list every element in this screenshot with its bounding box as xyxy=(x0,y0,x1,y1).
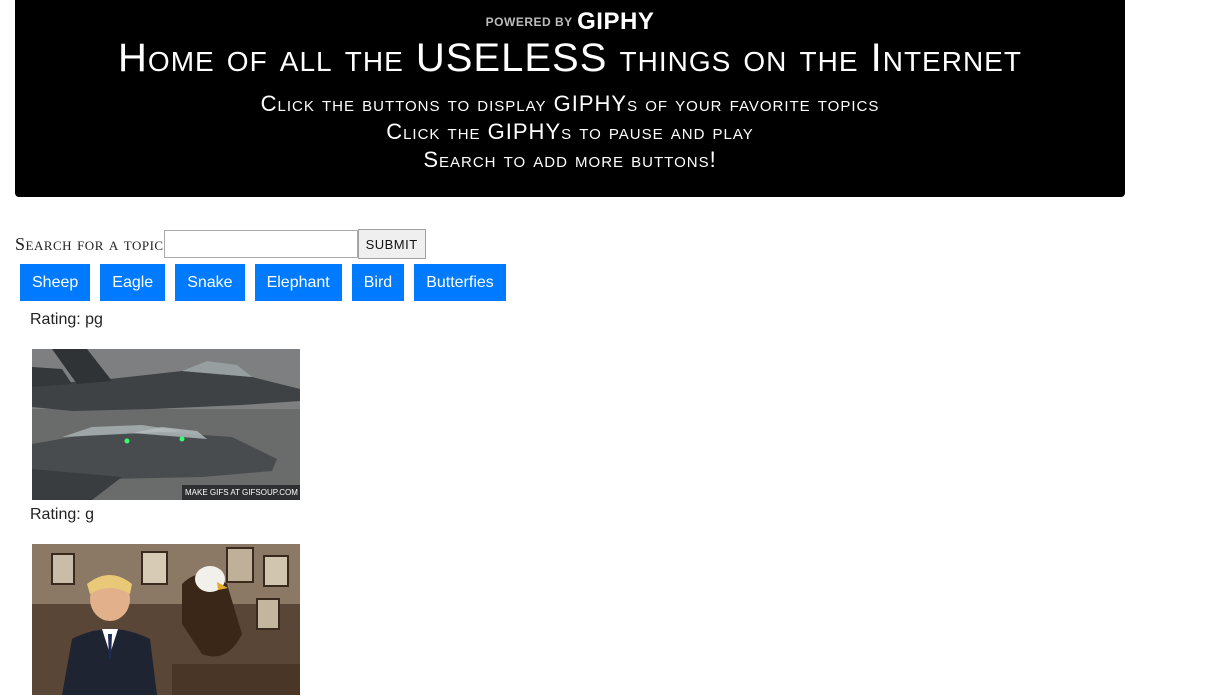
header-banner: POWERED BY GIPHY Home of all the USELESS… xyxy=(15,0,1125,197)
powered-by-giphy: POWERED BY GIPHY xyxy=(15,8,1125,36)
instruction-line: Click the buttons to display GIPHYs of y… xyxy=(260,91,880,116)
topic-button-elephant[interactable]: Elephant xyxy=(254,264,342,301)
topic-button-bird[interactable]: Bird xyxy=(351,264,405,301)
giphy-logo: GIPHY xyxy=(577,8,655,35)
search-label: Search for a topic xyxy=(15,233,164,254)
instruction-line: Search to add more buttons! xyxy=(423,147,717,172)
search-form: Search for a topic SUBMIT xyxy=(15,229,426,259)
instructions: Click the buttons to display GIPHYs of y… xyxy=(15,90,1125,174)
topic-button-eagle[interactable]: Eagle xyxy=(100,264,166,301)
gif-item: Rating: g xyxy=(30,504,430,695)
page-title: Home of all the USELESS things on the In… xyxy=(118,36,1022,80)
gif-rating: Rating: pg xyxy=(30,311,103,328)
gif-image-fighter-jets[interactable]: MAKE GIFS AT GIFSOUP.COM xyxy=(32,349,300,500)
powered-by-text: POWERED BY xyxy=(485,15,573,29)
submit-button[interactable]: SUBMIT xyxy=(357,229,426,259)
gif-image-eagle-office[interactable] xyxy=(32,544,300,695)
topic-button-butterfies[interactable]: Butterfies xyxy=(414,264,506,301)
gif-watermark: MAKE GIFS AT GIFSOUP.COM xyxy=(185,488,298,497)
topic-button-snake[interactable]: Snake xyxy=(175,264,245,301)
topic-button-sheep[interactable]: Sheep xyxy=(20,264,91,301)
topic-buttons: Sheep Eagle Snake Elephant Bird Butterfi… xyxy=(20,264,506,301)
gif-rating: Rating: g xyxy=(30,506,95,523)
instruction-line: Click the GIPHYs to pause and play xyxy=(386,119,754,144)
search-input[interactable] xyxy=(163,230,358,258)
gif-list: Rating: pg MAKE GIFS AT GIFSOUP.COM Rati… xyxy=(30,309,430,699)
gif-item: Rating: pg MAKE GIFS AT GIFSOUP.COM xyxy=(30,309,430,500)
